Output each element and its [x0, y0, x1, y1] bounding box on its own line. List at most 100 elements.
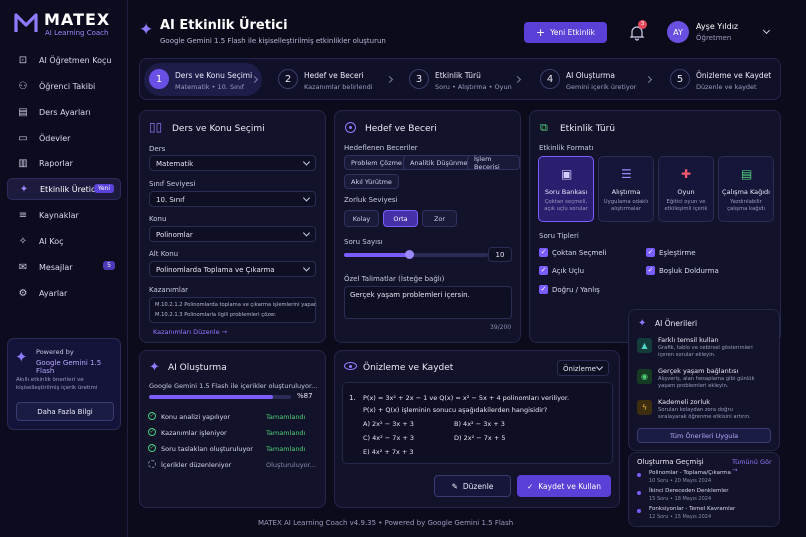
- option-c[interactable]: C) 4x² − 7x + 3: [363, 434, 414, 442]
- step-3[interactable]: 3 Etkinlik Türü Soru • Alıştırma • Oyun: [409, 63, 524, 96]
- wand-icon: ✦: [19, 183, 29, 195]
- task-label: Kazanımlar işleniyor: [161, 429, 227, 437]
- sinif-select[interactable]: 10. Sınıf: [149, 191, 316, 207]
- user-menu-chevron-down-icon[interactable]: [762, 26, 771, 35]
- bolt-icon: ϟ: [637, 400, 652, 415]
- format-game[interactable]: ✚ Oyun Eğitici oyun ve etkileşimli içeri…: [658, 156, 714, 222]
- task-done-check-icon: ✓: [148, 412, 156, 420]
- format-question-bank[interactable]: ▣ Soru Bankası Çoktan seçmeli, açık uçlu…: [538, 156, 594, 222]
- step-1[interactable]: 1 Ders ve Konu Seçimi Matematik • 10. Sı…: [144, 63, 262, 96]
- option-d[interactable]: D) 2x² − 7x + 5: [454, 434, 505, 442]
- step-4-title: AI Oluşturma: [566, 71, 615, 80]
- sidebar-item-settings[interactable]: ⚙ Ayarlar: [7, 282, 121, 304]
- task-label: İçerikler düzenleniyor: [161, 461, 232, 469]
- new-activity-label: Yeni Etkinlik: [550, 28, 595, 37]
- step-2-title: Hedef ve Beceri: [304, 71, 364, 80]
- ders-select[interactable]: Matematik: [149, 155, 316, 171]
- history-item-title: Fonksiyonlar - Temel Kavramlar: [649, 506, 736, 512]
- checkbox-checked-icon[interactable]: ✓: [539, 285, 548, 294]
- difficulty-hard[interactable]: Zor: [422, 210, 457, 227]
- sidebar-item-ai-teacher-coach[interactable]: ⊡ AI Öğretmen Koçu: [7, 49, 121, 71]
- skill-chip[interactable]: Analitik Düşünme: [403, 155, 475, 170]
- skill-chip[interactable]: Problem Çözme: [344, 155, 409, 170]
- step-2[interactable]: 2 Hedef ve Beceri Kazanımlar belirlendi: [278, 63, 393, 96]
- learn-more-button[interactable]: Daha Fazla Bilgi: [16, 402, 114, 421]
- apply-all-button[interactable]: Tüm Önerileri Uygula: [637, 428, 771, 443]
- skill-chip[interactable]: İşlem Becerisi: [467, 155, 520, 171]
- globe-icon: ◉: [637, 369, 652, 384]
- new-activity-button[interactable]: + Yeni Etkinlik: [524, 22, 607, 43]
- save-and-use-label: Kaydet ve Kullan: [538, 481, 602, 491]
- task-pending-spinner-icon: [148, 460, 156, 468]
- count-slider[interactable]: [344, 250, 488, 259]
- notification-count: 3: [638, 20, 647, 29]
- task-state: Oluşturuluyor...: [266, 461, 316, 469]
- step-5[interactable]: 5 Önizleme ve Kaydet Düzenle ve kaydet: [670, 63, 780, 96]
- checkbox-checked-icon[interactable]: ✓: [646, 266, 655, 275]
- kazanim-item: M.10.2.1.2 Polinomlarda toplama ve çıkar…: [155, 302, 318, 308]
- checkbox-checked-icon[interactable]: ✓: [539, 266, 548, 275]
- chevron-down-icon: [302, 264, 311, 272]
- sidebar-item-course-settings[interactable]: ▤ Ders Ayarları: [7, 101, 121, 123]
- option-e[interactable]: E) 4x² + 7x + 3: [363, 448, 414, 456]
- page-header-icon: ✦: [139, 20, 154, 40]
- goals-panel-title: Hedef ve Beceri: [365, 124, 437, 134]
- suggestion-title: Farklı temsil kullan: [658, 336, 719, 344]
- qtype-fill-blank: Boşluk Doldurma: [659, 267, 719, 275]
- see-all-link[interactable]: Tümünü Gör →: [732, 458, 779, 474]
- user-role: Öğretmen: [696, 34, 732, 42]
- notes-textarea[interactable]: Gerçek yaşam problemleri içersin.: [344, 286, 512, 319]
- option-b[interactable]: B) 4x² − 3x + 3: [454, 420, 505, 428]
- step-4-number: 4: [540, 69, 560, 89]
- format-desc: etkileşimli içerik: [664, 205, 708, 212]
- sidebar-item-activity-generator[interactable]: ✦ Etkinlik Üretici Yeni: [7, 178, 121, 200]
- preview-mode-select[interactable]: Önizleme: [557, 360, 609, 376]
- format-worksheet[interactable]: ▤ Çalışma Kağıdı Yazdırılabilir çalışma …: [718, 156, 774, 222]
- notification-bell-icon[interactable]: 3: [628, 20, 647, 41]
- promo-engine: Google Gemini 1.5 Flash: [36, 359, 102, 375]
- avatar[interactable]: AY: [667, 21, 689, 43]
- edit-button[interactable]: ✎ Düzenle: [434, 475, 511, 497]
- qtype-true-false: Doğru / Yanlış: [552, 286, 600, 294]
- sidebar-item-messages[interactable]: ✉ Mesajlar 5: [7, 256, 121, 278]
- konu-select[interactable]: Polinomlar: [149, 226, 316, 242]
- step-1-number: 1: [149, 69, 169, 89]
- step-5-title: Önizleme ve Kaydet: [696, 71, 772, 80]
- user-name: Ayşe Yıldız: [696, 22, 739, 31]
- altkonu-select[interactable]: Polinomlarda Toplama ve Çıkarma: [149, 261, 316, 277]
- step-4[interactable]: 4 AI Oluşturma Gemini içerik üretiyor: [540, 63, 655, 96]
- qtype-matching: Eşleştirme: [659, 249, 696, 257]
- logo-icon: [14, 12, 38, 34]
- count-value-box[interactable]: 10: [488, 247, 512, 262]
- sidebar-item-resources[interactable]: ≡ Kaynaklar: [7, 204, 121, 226]
- checkbox-checked-icon[interactable]: ✓: [646, 248, 655, 257]
- sparkle-icon: ✦: [638, 318, 647, 329]
- option-a[interactable]: A) 2x² − 3x + 3: [363, 420, 414, 428]
- kazanim-item: M.10.2.1.3 Polinomlarla ilgili problemle…: [155, 312, 277, 318]
- footer-text: MATEX AI Learning Coach v4.9.35 • Powere…: [258, 519, 514, 527]
- difficulty-easy[interactable]: Kolay: [344, 210, 379, 227]
- question-line-2: P(x) + Q(x) işleminin sonucu aşağıdakile…: [363, 406, 548, 414]
- ders-value: Matematik: [156, 160, 194, 168]
- save-and-use-button[interactable]: ✓ Kaydet ve Kullan: [517, 475, 611, 497]
- suggestion-desc: sıralayarak öğrenme etkisini artırın.: [658, 414, 751, 420]
- qtype-open-ended: Açık Uçlu: [552, 267, 585, 275]
- checkbox-checked-icon[interactable]: ✓: [539, 248, 548, 257]
- question-card: 1. P(x) = 3x² + 2x − 1 ve Q(x) = x² − 5x…: [342, 382, 613, 464]
- format-exercise[interactable]: ☰ Alıştırma Uygulama odaklı alıştırmalar: [598, 156, 654, 222]
- sidebar-item-ai-coach[interactable]: ✧ AI Koç: [7, 230, 121, 252]
- difficulty-medium[interactable]: Orta: [383, 210, 418, 227]
- sidebar-item-assignments[interactable]: ▭ Ödevler: [7, 127, 121, 149]
- format-desc: Uygulama odaklı: [603, 199, 649, 205]
- qtypes-label: Soru Tipleri: [539, 232, 579, 240]
- kazanim-box[interactable]: M.10.2.1.2 Polinomlarda toplama ve çıkar…: [149, 297, 318, 323]
- suggestions-panel: ✦ AI Önerileri ▲ Farklı temsil kullan Gr…: [628, 309, 780, 451]
- messages-count-badge: 5: [103, 261, 115, 270]
- task-state: Tamamlandı: [266, 413, 306, 421]
- edit-label: Düzenle: [462, 481, 494, 491]
- sidebar-item-reports[interactable]: ▥ Raporlar: [7, 152, 121, 174]
- sidebar-item-student-tracking[interactable]: ⚇ Öğrenci Takibi: [7, 75, 121, 97]
- skill-chip[interactable]: Akıl Yürütme: [344, 174, 399, 189]
- edit-kazanim-link[interactable]: Kazanımları Düzenle →: [153, 328, 227, 336]
- count-slider-thumb[interactable]: [404, 250, 414, 259]
